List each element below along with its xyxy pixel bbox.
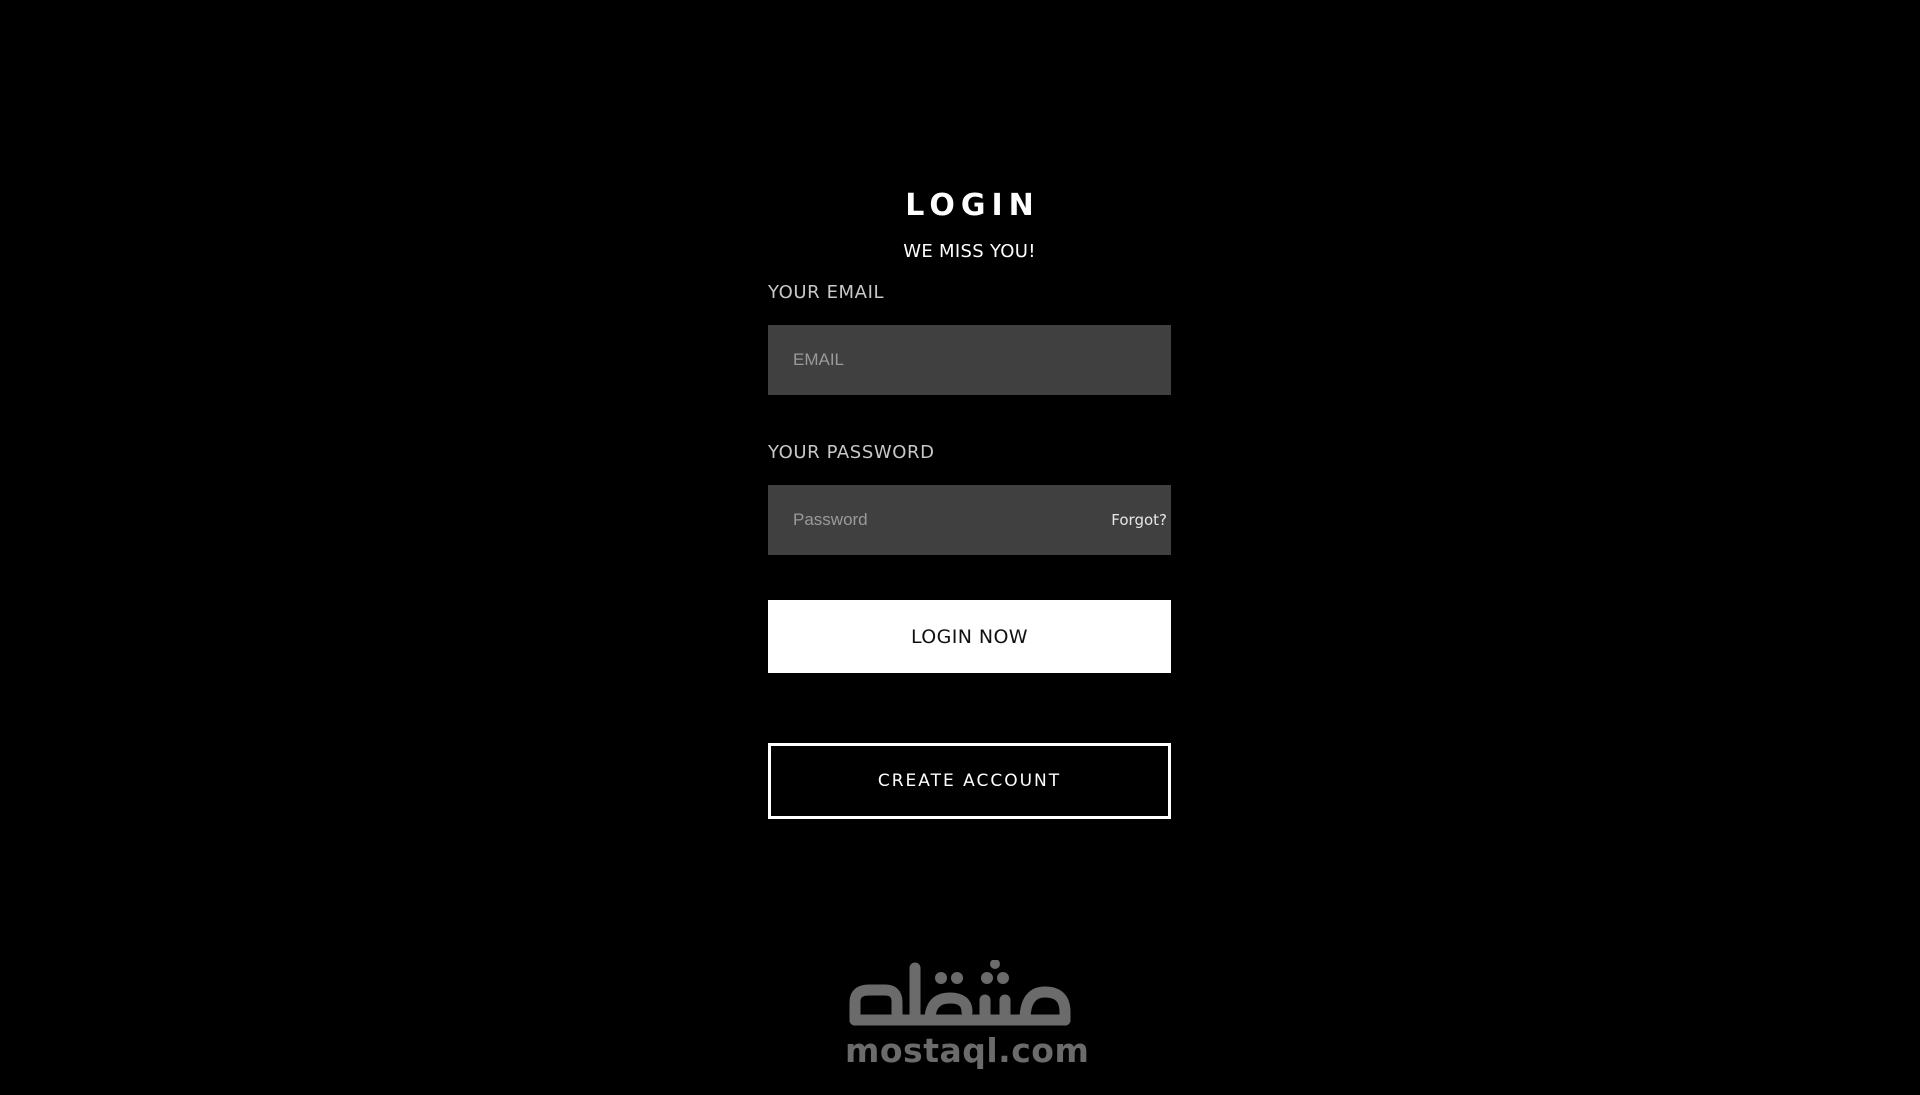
watermark-site-text: mostaql.com [845,1031,1090,1070]
email-input[interactable] [768,325,1171,395]
mostaql-logo-icon [849,960,1071,1026]
forgot-password-link[interactable]: Forgot? [1111,485,1167,555]
email-field-container [768,325,1171,395]
mostaql-watermark: mostaql.com [845,960,1090,1075]
email-label: YOUR EMAIL [768,282,885,303]
password-field-container: Forgot? [768,485,1171,555]
page-title: LOGIN [905,188,1040,223]
page-subtitle: WE MISS YOU! [903,241,1036,262]
password-label: YOUR PASSWORD [768,442,935,463]
login-now-button[interactable]: LOGIN NOW [768,600,1171,673]
login-form: LOGIN WE MISS YOU! YOUR EMAIL YOUR PASSW… [768,186,1171,819]
create-account-button[interactable]: CREATE ACCOUNT [768,743,1171,819]
